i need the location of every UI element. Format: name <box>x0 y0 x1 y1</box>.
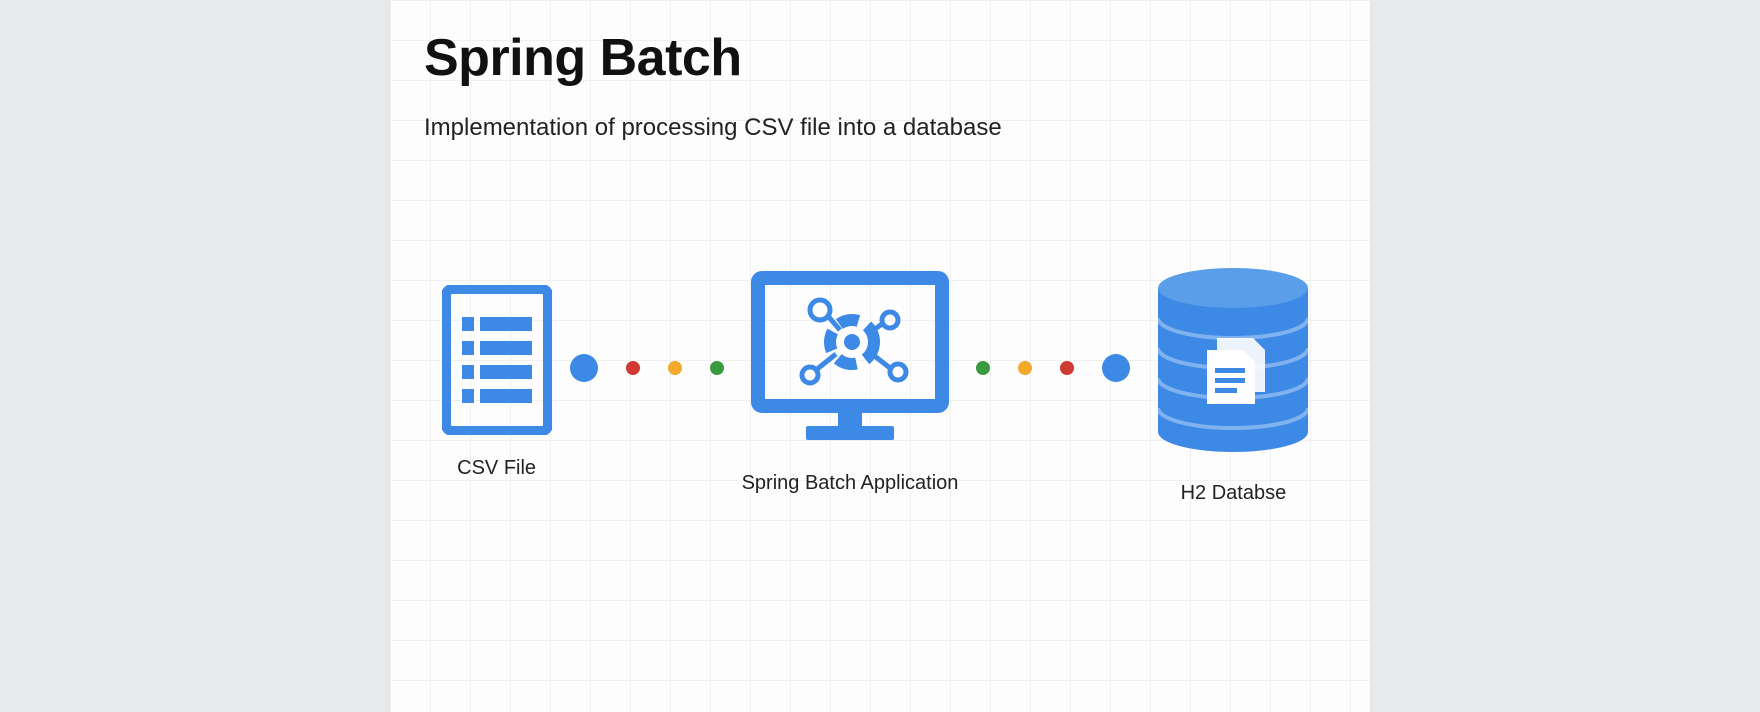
node-csv-file: CSV File <box>442 285 552 480</box>
node-h2-database: H2 Databse <box>1148 260 1318 505</box>
connector-dots-2 <box>976 354 1130 382</box>
connector-dots-1 <box>570 354 724 382</box>
dot-blue <box>570 354 598 382</box>
flow-row: CSV File <box>390 260 1370 505</box>
monitor-icon <box>750 270 950 450</box>
diagram-title: Spring Batch <box>424 28 1336 88</box>
node-csv-label: CSV File <box>457 457 536 480</box>
dot-green <box>710 361 724 375</box>
dot-green <box>976 361 990 375</box>
diagram-subtitle: Implementation of processing CSV file in… <box>424 114 1336 142</box>
csv-file-icon <box>442 285 552 435</box>
node-db-label: H2 Databse <box>1181 482 1287 505</box>
dot-red <box>626 361 640 375</box>
dot-red <box>1060 361 1074 375</box>
dot-orange <box>668 361 682 375</box>
dot-blue <box>1102 354 1130 382</box>
node-spring-batch-app: Spring Batch Application <box>742 270 959 495</box>
dot-orange <box>1018 361 1032 375</box>
diagram-canvas: Spring Batch Implementation of processin… <box>390 0 1370 712</box>
database-icon <box>1148 260 1318 460</box>
node-app-label: Spring Batch Application <box>742 472 959 495</box>
